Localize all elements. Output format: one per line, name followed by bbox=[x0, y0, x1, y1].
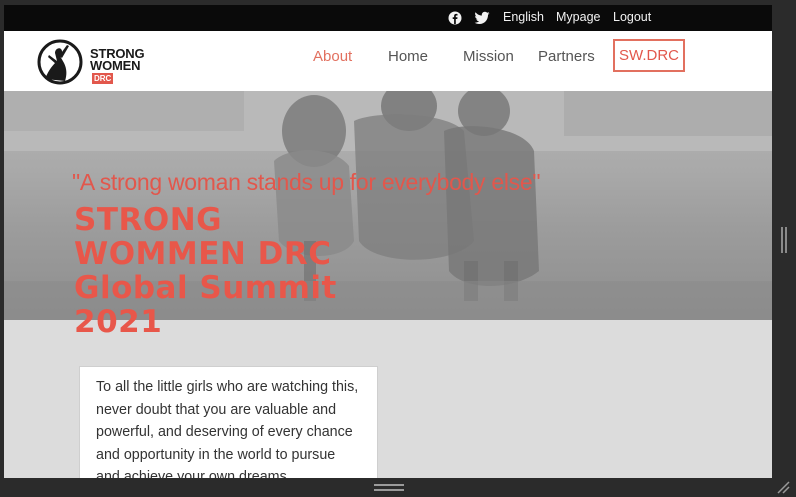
logout-link[interactable]: Logout bbox=[613, 10, 651, 24]
page-viewport: English Mypage Logout STRONG WOMEN DRC A… bbox=[4, 5, 772, 478]
hero-title-line: Global Summit bbox=[74, 270, 337, 306]
top-bar: English Mypage Logout bbox=[4, 5, 772, 31]
facebook-icon[interactable] bbox=[448, 11, 462, 25]
site-logo[interactable]: STRONG WOMEN DRC bbox=[37, 39, 157, 85]
browser-frame: English Mypage Logout STRONG WOMEN DRC A… bbox=[0, 0, 796, 497]
intro-card: To all the little girls who are watching… bbox=[79, 366, 378, 478]
logo-emblem-icon bbox=[37, 39, 83, 85]
nav-partners[interactable]: Partners bbox=[538, 48, 595, 65]
hero-title-line: WOMMEN DRC bbox=[74, 236, 332, 272]
main-navbar: STRONG WOMEN DRC About Home Mission Part… bbox=[4, 31, 772, 91]
hero-title-line: STRONG bbox=[74, 202, 223, 238]
mypage-link[interactable]: Mypage bbox=[556, 10, 600, 24]
nav-home[interactable]: Home bbox=[388, 48, 428, 65]
hero-title: STRONG WOMMEN DRC Global Summit 2021 bbox=[74, 203, 394, 339]
swdrc-button[interactable]: SW.DRC bbox=[613, 39, 685, 72]
resize-grip-icon[interactable] bbox=[775, 480, 791, 494]
language-link[interactable]: English bbox=[503, 10, 544, 24]
hero-title-line: 2021 bbox=[74, 304, 163, 340]
hero-quote: "A strong woman stands up for everybody … bbox=[72, 169, 541, 195]
nav-about[interactable]: About bbox=[313, 48, 352, 65]
horizontal-resize-handle[interactable] bbox=[374, 484, 404, 492]
twitter-icon[interactable] bbox=[474, 11, 490, 25]
intro-text: To all the little girls who are watching… bbox=[96, 379, 359, 478]
logo-text-women: WOMEN bbox=[90, 58, 141, 73]
logo-badge: DRC bbox=[92, 73, 114, 84]
vertical-resize-handle[interactable] bbox=[781, 227, 788, 253]
nav-mission[interactable]: Mission bbox=[463, 48, 514, 65]
